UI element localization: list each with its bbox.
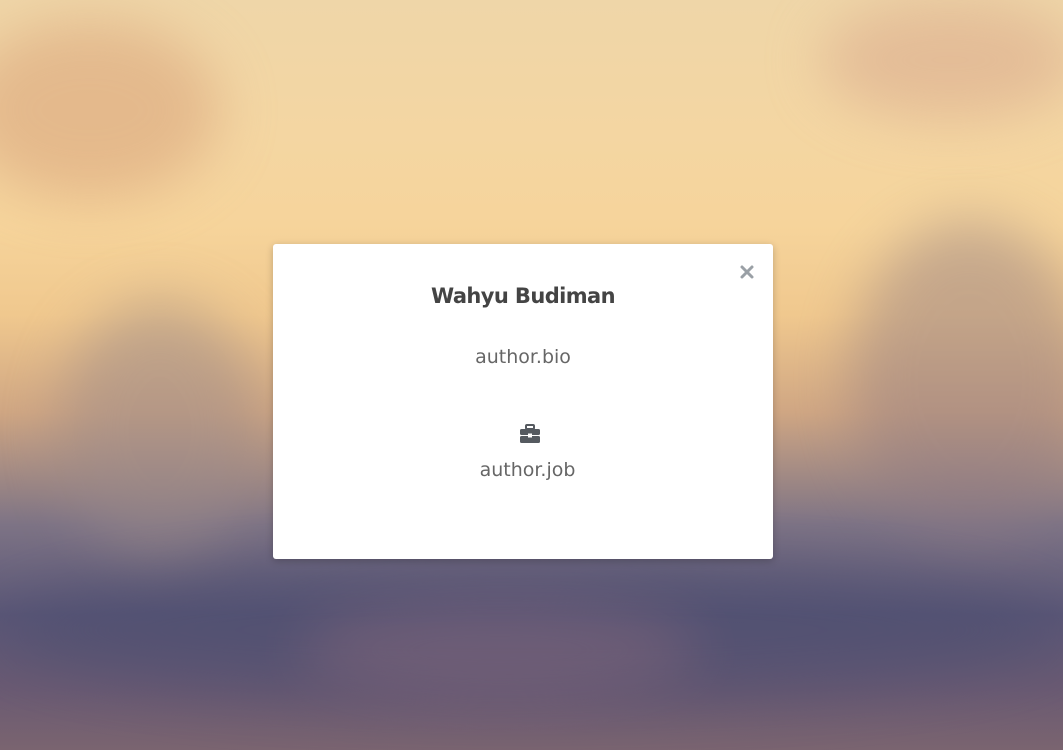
author-job: author.job — [479, 459, 576, 481]
background-blob — [60, 300, 260, 560]
briefcase-icon — [520, 424, 540, 443]
author-bio: author.bio — [475, 346, 571, 368]
background-blob — [300, 600, 700, 700]
close-button[interactable] — [737, 262, 757, 282]
author-modal: Wahyu Budiman author.bio author.job — [273, 244, 773, 559]
author-name: Wahyu Budiman — [431, 284, 615, 308]
background-blob — [850, 220, 1063, 540]
background-blob — [0, 20, 220, 200]
close-icon — [740, 265, 754, 279]
background-blob — [820, 0, 1063, 120]
